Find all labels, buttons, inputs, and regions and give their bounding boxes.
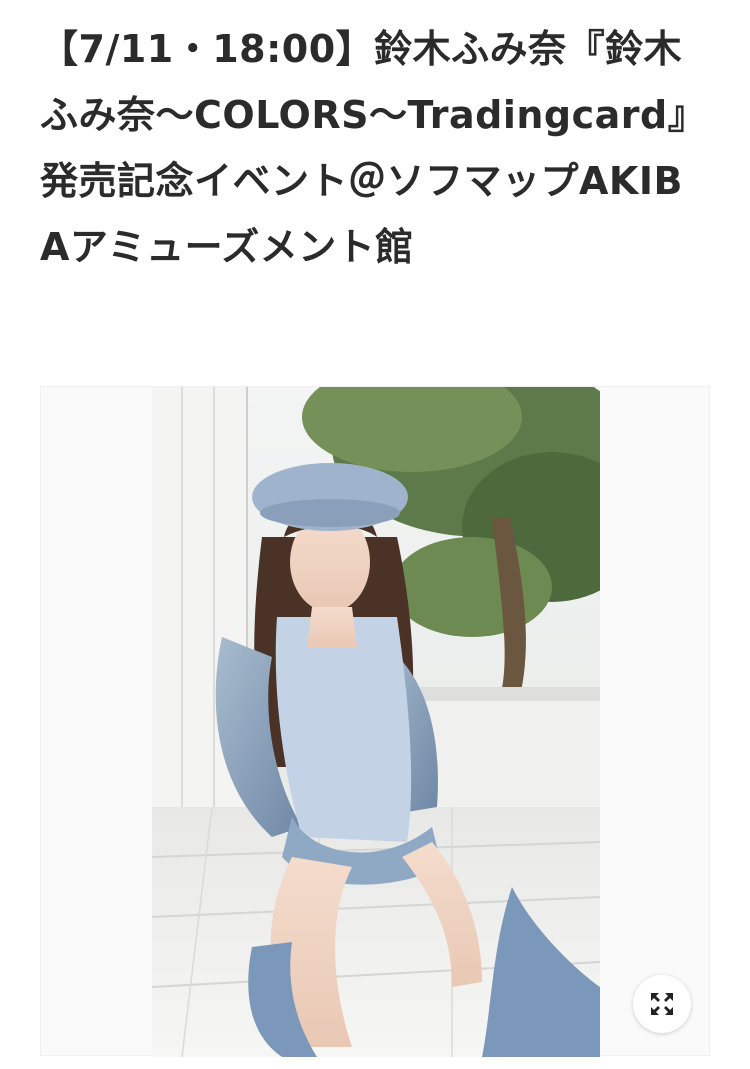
expand-arrows-icon xyxy=(651,993,673,1015)
article-page: 【7/11・18:00】鈴木ふみ奈『鈴木ふみ奈〜COLORS〜Tradingca… xyxy=(0,0,750,1069)
event-photo[interactable] xyxy=(152,387,600,1057)
expand-image-button[interactable] xyxy=(633,975,691,1033)
event-title: 【7/11・18:00】鈴木ふみ奈『鈴木ふみ奈〜COLORS〜Tradingca… xyxy=(40,27,707,269)
featured-image-card xyxy=(40,386,710,1057)
